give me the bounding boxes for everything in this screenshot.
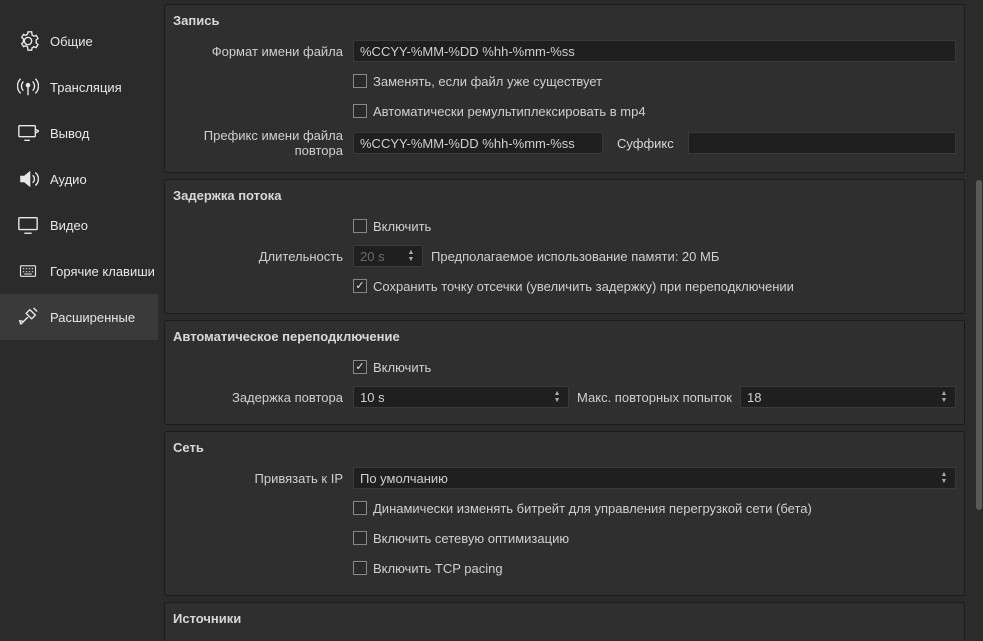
- section-title: Источники: [173, 609, 956, 628]
- section-network: Сеть Привязать к IP По умолчанию ▲▼ Дина…: [164, 431, 965, 596]
- checkbox-label: Включить сетевую оптимизацию: [373, 531, 569, 546]
- checkbox-icon: [353, 104, 367, 118]
- replay-suffix-label: Суффикс: [617, 136, 674, 151]
- sidebar-item-hotkeys[interactable]: Горячие клавиши: [0, 248, 158, 294]
- tools-icon: [16, 305, 40, 329]
- bind-ip-label: Привязать к IP: [173, 471, 353, 486]
- remux-checkbox[interactable]: Автоматически ремультиплексировать в mp4: [353, 104, 646, 119]
- sidebar-item-general[interactable]: Общие: [0, 18, 158, 64]
- stream-delay-enable-checkbox[interactable]: Включить: [353, 219, 431, 234]
- tcp-pacing-checkbox[interactable]: Включить TCP pacing: [353, 561, 503, 576]
- retry-delay-label: Задержка повтора: [173, 390, 353, 405]
- sidebar-item-video[interactable]: Видео: [0, 202, 158, 248]
- speaker-icon: [16, 167, 40, 191]
- section-title: Запись: [173, 11, 956, 30]
- spinbox-value: 10 s: [360, 390, 385, 405]
- sidebar-item-label: Расширенные: [50, 310, 135, 325]
- dynamic-bitrate-checkbox[interactable]: Динамически изменять битрейт для управле…: [353, 501, 812, 516]
- retry-delay-spinbox[interactable]: 10 s ▲▼: [353, 386, 569, 408]
- section-sources: Источники Включить аппаратное ускорение …: [164, 602, 965, 641]
- sidebar-item-output[interactable]: Вывод: [0, 110, 158, 156]
- spinner-arrows-icon: ▲▼: [406, 250, 416, 263]
- network-optimization-checkbox[interactable]: Включить сетевую оптимизацию: [353, 531, 569, 546]
- sidebar-item-audio[interactable]: Аудио: [0, 156, 158, 202]
- checkbox-icon: [353, 501, 367, 515]
- sidebar-item-label: Вывод: [50, 126, 89, 141]
- memory-usage-text: Предполагаемое использование памяти: 20 …: [431, 249, 719, 264]
- checkbox-label: Автоматически ремультиплексировать в mp4: [373, 104, 646, 119]
- max-retries-spinbox[interactable]: 18 ▲▼: [740, 386, 956, 408]
- sidebar-item-label: Аудио: [50, 172, 87, 187]
- sidebar-item-label: Горячие клавиши: [50, 264, 155, 279]
- checkbox-label: Заменять, если файл уже существует: [373, 74, 602, 89]
- replay-suffix-input[interactable]: [688, 132, 956, 154]
- reconnect-enable-checkbox[interactable]: Включить: [353, 360, 431, 375]
- section-title: Автоматическое переподключение: [173, 327, 956, 346]
- monitor-icon: [16, 213, 40, 237]
- filename-format-input[interactable]: [353, 40, 956, 62]
- replay-prefix-input[interactable]: [353, 132, 603, 154]
- settings-sidebar: Общие Трансляция Вывод Аудио Видео Горяч…: [0, 0, 158, 641]
- section-recording: Запись Формат имени файла Заменять, если…: [164, 4, 965, 173]
- select-value: По умолчанию: [360, 471, 448, 486]
- replay-prefix-label: Префикс имени файла повтора: [173, 128, 353, 158]
- checkbox-label: Сохранить точку отсечки (увеличить задер…: [373, 279, 794, 294]
- scrollbar[interactable]: [975, 0, 983, 641]
- checkbox-icon: [353, 279, 367, 293]
- section-reconnect: Автоматическое переподключение Включить …: [164, 320, 965, 425]
- broadcast-icon: [16, 75, 40, 99]
- chevron-updown-icon: ▲▼: [939, 472, 949, 485]
- spinbox-value: 18: [747, 390, 761, 405]
- checkbox-icon: [353, 360, 367, 374]
- section-stream-delay: Задержка потока Включить Длительность 20…: [164, 179, 965, 314]
- checkbox-icon: [353, 74, 367, 88]
- spinbox-value: 20 s: [360, 249, 385, 264]
- max-retries-label: Макс. повторных попыток: [577, 390, 732, 405]
- output-icon: [16, 121, 40, 145]
- bind-ip-select[interactable]: По умолчанию ▲▼: [353, 467, 956, 489]
- scrollbar-thumb[interactable]: [976, 180, 982, 510]
- checkbox-label: Включить TCP pacing: [373, 561, 503, 576]
- checkbox-label: Включить: [373, 360, 431, 375]
- gear-icon: [16, 29, 40, 53]
- duration-label: Длительность: [173, 249, 353, 264]
- section-title: Сеть: [173, 438, 956, 457]
- spinner-arrows-icon: ▲▼: [552, 391, 562, 404]
- duration-spinbox[interactable]: 20 s ▲▼: [353, 245, 423, 267]
- sidebar-item-stream[interactable]: Трансляция: [0, 64, 158, 110]
- sidebar-item-label: Общие: [50, 34, 93, 49]
- checkbox-label: Включить: [373, 219, 431, 234]
- overwrite-checkbox[interactable]: Заменять, если файл уже существует: [353, 74, 602, 89]
- checkbox-icon: [353, 561, 367, 575]
- sidebar-item-label: Трансляция: [50, 80, 122, 95]
- sidebar-item-label: Видео: [50, 218, 88, 233]
- keyboard-icon: [16, 259, 40, 283]
- checkbox-icon: [353, 219, 367, 233]
- settings-content: Запись Формат имени файла Заменять, если…: [158, 0, 975, 641]
- spinner-arrows-icon: ▲▼: [939, 391, 949, 404]
- sidebar-item-advanced[interactable]: Расширенные: [0, 294, 158, 340]
- filename-format-label: Формат имени файла: [173, 44, 353, 59]
- checkbox-icon: [353, 531, 367, 545]
- section-title: Задержка потока: [173, 186, 956, 205]
- preserve-cutoff-checkbox[interactable]: Сохранить точку отсечки (увеличить задер…: [353, 279, 794, 294]
- checkbox-label: Динамически изменять битрейт для управле…: [373, 501, 812, 516]
